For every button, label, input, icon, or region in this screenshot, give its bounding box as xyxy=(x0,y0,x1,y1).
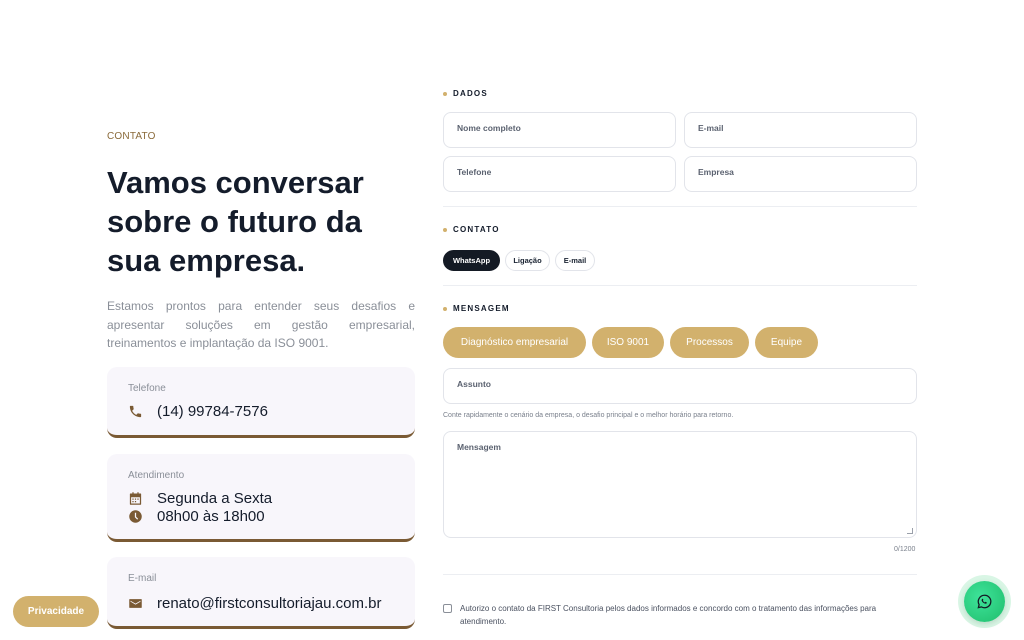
section-eyebrow: CONTATO xyxy=(107,131,156,142)
section-dados-label: DADOS xyxy=(443,89,488,98)
topic-chip-iso[interactable]: ISO 9001 xyxy=(592,327,664,358)
bullet-dot xyxy=(443,91,447,96)
message-placeholder: Mensagem xyxy=(457,442,501,452)
page-title: Vamos conversar sobre o futuro da sua em… xyxy=(107,165,364,278)
phone-number: (14) 99784-7576 xyxy=(157,403,268,420)
whatsapp-float-button[interactable] xyxy=(964,581,1005,622)
section-contato-text: CONTATO xyxy=(453,225,500,234)
section-mensagem-label: MENSAGEM xyxy=(443,304,510,313)
email-placeholder: E-mail xyxy=(698,123,724,133)
topic-chip-processos[interactable]: Processos xyxy=(670,327,749,358)
hours-card: Atendimento Segunda a Sexta 08h00 às 18h… xyxy=(107,454,415,542)
name-field[interactable]: Nome completo xyxy=(443,112,676,148)
contact-option-email[interactable]: E-mail xyxy=(555,250,595,271)
subject-placeholder: Assunto xyxy=(457,379,491,389)
days-row: Segunda a Sexta xyxy=(127,490,272,507)
subject-field[interactable]: Assunto xyxy=(443,368,917,404)
company-field[interactable]: Empresa xyxy=(684,156,917,192)
phone-field[interactable]: Telefone xyxy=(443,156,676,192)
phone-row: (14) 99784-7576 xyxy=(127,403,268,420)
phone-card[interactable]: Telefone (14) 99784-7576 xyxy=(107,367,415,438)
contact-option-whatsapp[interactable]: WhatsApp xyxy=(443,250,500,271)
topic-chip-equipe[interactable]: Equipe xyxy=(755,327,818,358)
section-dados-text: DADOS xyxy=(453,89,488,98)
name-placeholder: Nome completo xyxy=(457,123,521,133)
email-row: renato@firstconsultoriajau.com.br xyxy=(127,595,382,612)
section-mensagem-text: MENSAGEM xyxy=(453,304,510,313)
divider xyxy=(443,574,917,575)
message-textarea[interactable]: Mensagem xyxy=(443,431,917,538)
envelope-icon xyxy=(127,596,143,612)
email-field[interactable]: E-mail xyxy=(684,112,917,148)
email-card-title: E-mail xyxy=(128,573,157,584)
company-placeholder: Empresa xyxy=(698,167,734,177)
consent-text: Autorizo o contato da FIRST Consultoria … xyxy=(460,604,877,626)
intro-text: Estamos prontos para entender seus desaf… xyxy=(107,299,415,350)
time-text: 08h00 às 18h00 xyxy=(157,508,265,525)
privacy-button[interactable]: Privacidade xyxy=(13,596,99,627)
days-text: Segunda a Sexta xyxy=(157,490,273,507)
time-row: 08h00 às 18h00 xyxy=(127,508,265,525)
bullet-dot xyxy=(443,306,447,311)
calendar-icon xyxy=(127,491,143,507)
phone-card-title: Telefone xyxy=(128,383,166,394)
bullet-dot xyxy=(443,227,447,232)
whatsapp-icon xyxy=(977,594,992,609)
consent-checkbox[interactable] xyxy=(443,604,452,613)
resize-handle-icon[interactable] xyxy=(907,528,913,534)
contact-option-ligacao[interactable]: Ligação xyxy=(505,250,550,271)
email-address: renato@firstconsultoriajau.com.br xyxy=(157,595,382,612)
clock-icon xyxy=(127,509,143,525)
hours-card-title: Atendimento xyxy=(128,470,185,481)
divider xyxy=(443,285,917,286)
phone-icon xyxy=(127,404,143,420)
phone-placeholder: Telefone xyxy=(457,167,492,177)
character-counter: 0/1200 xyxy=(894,546,916,553)
email-card[interactable]: E-mail renato@firstconsultoriajau.com.br xyxy=(107,557,415,629)
section-contato-label: CONTATO xyxy=(443,225,500,234)
topic-chip-diagnostico[interactable]: Diagnóstico empresarial xyxy=(443,327,586,358)
divider xyxy=(443,206,917,207)
message-hint: Conte rapidamente o cenário da empresa, … xyxy=(443,412,734,419)
